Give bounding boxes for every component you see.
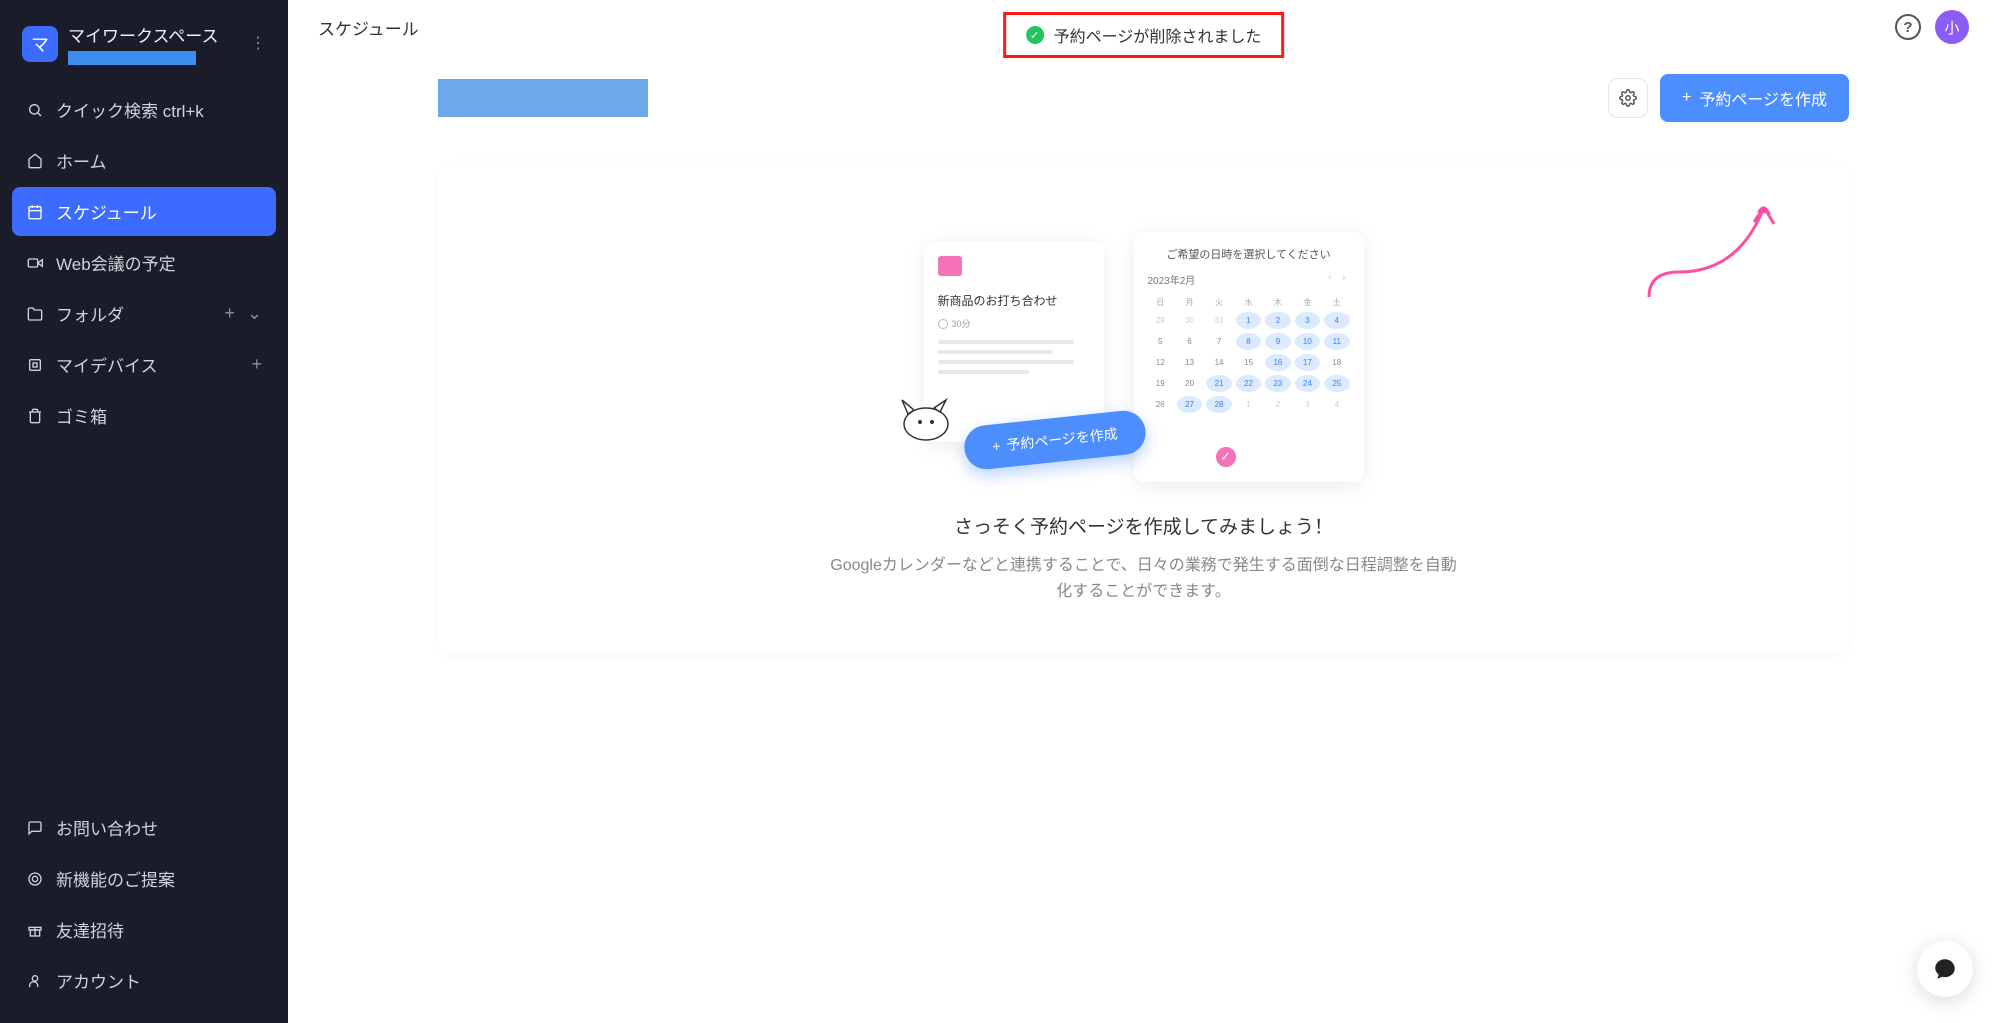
sidebar-item-trash[interactable]: ゴミ箱	[12, 391, 276, 440]
video-icon	[26, 255, 44, 271]
sidebar-item-invite[interactable]: 友達招待	[12, 905, 276, 954]
topbar-actions: ? 小	[1895, 10, 1969, 44]
sidebar-item-label: ゴミ箱	[56, 403, 107, 428]
sidebar-item-label: マイデバイス	[56, 352, 158, 377]
add-device-icon[interactable]: +	[251, 354, 262, 375]
topbar: スケジュール ✓ 予約ページが削除されました ? 小	[288, 0, 1999, 54]
empty-state-description: Googleカレンダーなどと連携することで、日々の業務で発生する面倒な日程調整を…	[824, 553, 1464, 604]
sidebar-item-label: スケジュール	[56, 199, 157, 224]
content-title-redacted	[438, 79, 648, 117]
sidebar: マ マイワークスペース ⋮ クイック検索 ctrl+k ホーム スケジュール	[0, 0, 288, 1023]
workspace-title: マイワークスペース	[68, 22, 240, 47]
empty-state-card: ご希望の日時を選択してください 2023年2月 ‹ › 日月火水木金土29303…	[438, 162, 1849, 654]
chevron-down-icon[interactable]: ⌄	[247, 303, 262, 324]
illustration: ご希望の日時を選択してください 2023年2月 ‹ › 日月火水木金土29303…	[924, 212, 1364, 482]
sidebar-item-web-meeting[interactable]: Web会議の予定	[12, 238, 276, 287]
sidebar-item-label: クイック検索 ctrl+k	[56, 97, 204, 122]
sidebar-item-feedback[interactable]: 新機能のご提案	[12, 854, 276, 903]
gear-icon	[1619, 89, 1637, 107]
mascot-icon	[894, 394, 954, 442]
main: スケジュール ✓ 予約ページが削除されました ? 小 + 予約ページを作成	[288, 0, 1999, 1023]
sidebar-item-label: 新機能のご提案	[56, 866, 175, 891]
device-icon	[26, 357, 44, 373]
chat-bubble-icon	[1932, 956, 1958, 982]
sidebar-item-label: お問い合わせ	[56, 815, 158, 840]
illus-panel-icon	[938, 256, 962, 276]
toast-notification: ✓ 予約ページが削除されました	[1003, 12, 1285, 58]
sidebar-item-label: アカウント	[56, 968, 141, 993]
workspace-header[interactable]: マ マイワークスペース ⋮	[12, 18, 276, 85]
sidebar-bottom: お問い合わせ 新機能のご提案 友達招待 アカウント	[12, 803, 276, 1005]
folder-icon	[26, 306, 44, 322]
sidebar-item-account[interactable]: アカウント	[12, 956, 276, 1005]
sidebar-item-schedule[interactable]: スケジュール	[12, 187, 276, 236]
content-header: + 予約ページを作成	[438, 74, 1849, 122]
sidebar-item-label: 友達招待	[56, 917, 124, 942]
plus-icon: +	[1682, 89, 1691, 107]
toast-message: 予約ページが削除されました	[1054, 23, 1262, 47]
illus-calendar: ご希望の日時を選択してください 2023年2月 ‹ › 日月火水木金土29303…	[1134, 232, 1364, 482]
illus-cal-title: ご希望の日時を選択してください	[1148, 246, 1350, 262]
check-icon: ✓	[1026, 26, 1044, 44]
sidebar-item-folder[interactable]: フォルダ + ⌄	[12, 289, 276, 338]
chat-launcher-button[interactable]	[1917, 941, 1973, 997]
illus-check-icon: ✓	[1213, 444, 1239, 470]
calendar-icon	[26, 204, 44, 220]
workspace-info: マイワークスペース	[68, 22, 240, 65]
illus-cal-month: 2023年2月 ‹ ›	[1148, 272, 1350, 287]
sidebar-item-contact[interactable]: お問い合わせ	[12, 803, 276, 852]
avatar[interactable]: 小	[1935, 10, 1969, 44]
workspace-subtitle-redacted	[68, 51, 196, 65]
chat-icon	[26, 820, 44, 836]
user-icon	[26, 973, 44, 989]
sidebar-item-home[interactable]: ホーム	[12, 136, 276, 185]
workspace-badge: マ	[22, 26, 58, 62]
search-icon	[26, 102, 44, 118]
sidebar-item-label: フォルダ	[56, 301, 124, 326]
sidebar-item-my-device[interactable]: マイデバイス +	[12, 340, 276, 389]
empty-state-title: さっそく予約ページを作成してみましょう！	[954, 512, 1333, 539]
add-folder-icon[interactable]: +	[224, 303, 235, 324]
create-booking-page-button[interactable]: + 予約ページを作成	[1660, 74, 1849, 122]
content: + 予約ページを作成 ご希望の日時を選択してください 2023年2月 ‹ ›	[288, 54, 1999, 674]
workspace-menu-icon[interactable]: ⋮	[250, 40, 266, 48]
help-button[interactable]: ?	[1895, 14, 1921, 40]
sidebar-nav: クイック検索 ctrl+k ホーム スケジュール Web会議の予定 フォルダ	[12, 85, 276, 440]
create-button-label: 予約ページを作成	[1699, 86, 1827, 110]
gift-icon	[26, 922, 44, 938]
sidebar-item-label: ホーム	[56, 148, 107, 173]
page-title: スケジュール	[318, 15, 419, 40]
settings-button[interactable]	[1608, 78, 1648, 118]
home-icon	[26, 153, 44, 169]
illus-panel-title: 新商品のお打ち合わせ	[938, 292, 1090, 309]
target-icon	[26, 871, 44, 887]
sidebar-item-label: Web会議の予定	[56, 250, 176, 275]
trash-icon	[26, 408, 44, 424]
illus-panel-sub: 30分	[938, 317, 1090, 330]
empty-state: ご希望の日時を選択してください 2023年2月 ‹ › 日月火水木金土29303…	[488, 212, 1799, 604]
sidebar-item-search[interactable]: クイック検索 ctrl+k	[12, 85, 276, 134]
